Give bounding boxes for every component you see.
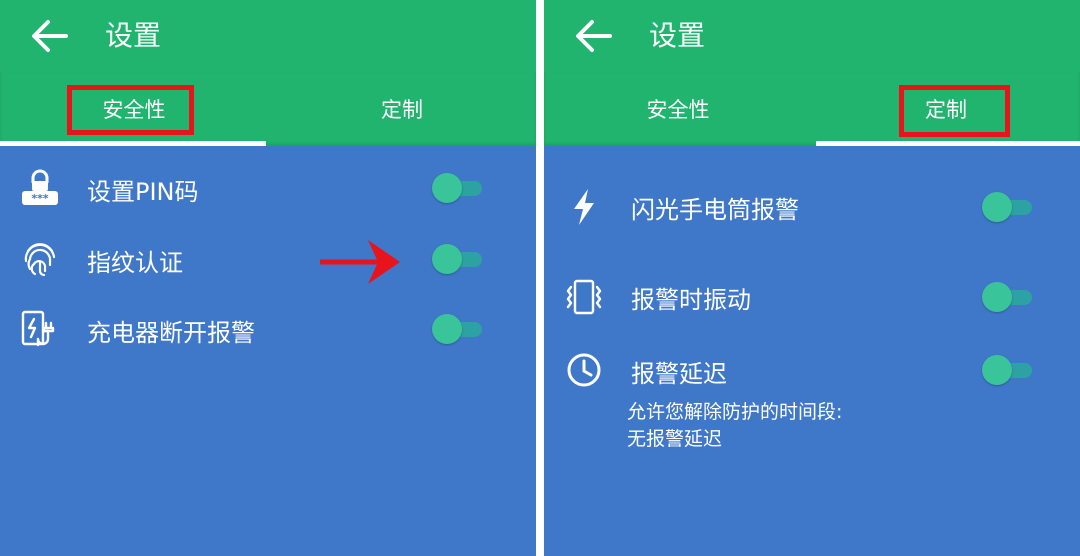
pin-lock-icon: *** [22,169,58,205]
toggle-thumb [982,355,1012,385]
vibrate-icon [566,279,602,315]
fingerprint-icon [24,243,56,277]
arrow-back-icon[interactable] [574,18,614,54]
tab-security[interactable]: 安全性 [544,72,812,146]
flash-toggle[interactable] [982,192,1034,222]
svg-text:***: *** [31,192,49,205]
charger-icon [21,310,55,347]
setting-label: 充电器断开报警 [87,319,255,347]
pin-toggle[interactable] [432,173,484,203]
setting-label: 设置PIN码 [87,178,199,206]
page-title: 设置 [649,19,706,52]
tab-indicator [0,141,266,146]
setting-label: 指纹认证 [87,249,183,277]
alarm-delay-toggle[interactable] [982,355,1034,385]
tab-indicator [816,141,1080,146]
tab-customize-label: 定制 [381,98,423,122]
flash-icon [574,189,594,225]
setting-label: 报警延迟 [631,360,727,388]
setting-label: 报警时振动 [631,286,751,314]
toggle-thumb [432,244,462,274]
setting-label: 闪光手电筒报警 [631,196,799,224]
toggle-thumb [432,314,462,344]
setting-subtitle: 无报警延迟 [627,428,723,450]
settings-screen-customize: 设置 安全性 定制 闪光手电筒报警 报警时振动 报警延迟 允许您解除防护的时间段… [544,0,1080,556]
app-bar: 设置 [0,0,536,72]
page-title: 设置 [105,19,162,52]
settings-screen-security: 设置 安全性 定制 *** 设置PIN码 指纹认证 充电器断开报警 [0,0,536,556]
toggle-thumb [432,173,462,203]
red-arrow-icon [320,240,400,284]
fingerprint-toggle[interactable] [432,244,484,274]
setting-subtitle: 允许您解除防护的时间段: [627,401,843,423]
highlight-box [899,85,1010,137]
clock-icon [567,353,601,387]
toggle-thumb [982,282,1012,312]
vibrate-toggle[interactable] [982,282,1034,312]
tab-security-label: 安全性 [646,98,710,122]
tab-customize[interactable]: 定制 [268,72,536,146]
charger-toggle[interactable] [432,314,484,344]
arrow-back-icon[interactable] [30,18,70,54]
app-bar: 设置 [544,0,1080,72]
toggle-thumb [982,192,1012,222]
highlight-box [67,85,194,135]
